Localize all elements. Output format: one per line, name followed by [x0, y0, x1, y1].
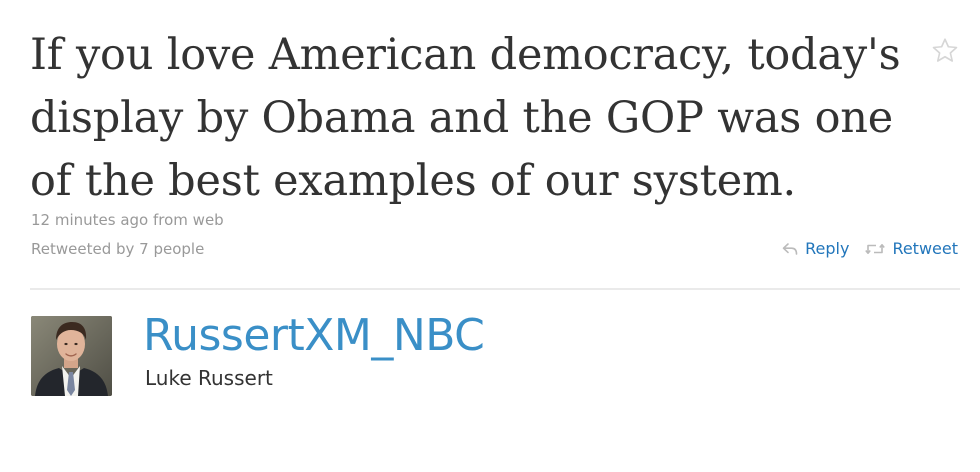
- tweet-text-line: of the best examples of our system.: [30, 156, 796, 206]
- retweet-count: Retweeted by 7 people: [31, 240, 205, 258]
- reply-label: Reply: [805, 239, 850, 258]
- tweet-page: If you love American democracy, today's …: [0, 0, 980, 472]
- reply-arrow-icon: [782, 242, 798, 255]
- retweet-button[interactable]: Retweet: [865, 239, 958, 258]
- avatar[interactable]: [31, 316, 112, 396]
- retweet-arrows-icon: [865, 243, 886, 254]
- retweet-label: Retweet: [892, 239, 958, 258]
- tweet-text-line: display by Obama and the GOP was one: [30, 93, 894, 143]
- tweet-text: If you love American democracy, today's …: [30, 24, 910, 213]
- author-display-name: Luke Russert: [145, 366, 273, 390]
- tweet-timestamp: 12 minutes ago from web: [31, 211, 224, 229]
- star-icon[interactable]: [930, 36, 960, 66]
- author-username[interactable]: RussertXM_NBC: [143, 308, 485, 364]
- reply-button[interactable]: Reply: [782, 239, 849, 258]
- divider: [30, 288, 960, 290]
- tweet-text-line: If you love American democracy, today's: [30, 30, 901, 80]
- tweet-actions: Reply Retweet: [782, 239, 958, 258]
